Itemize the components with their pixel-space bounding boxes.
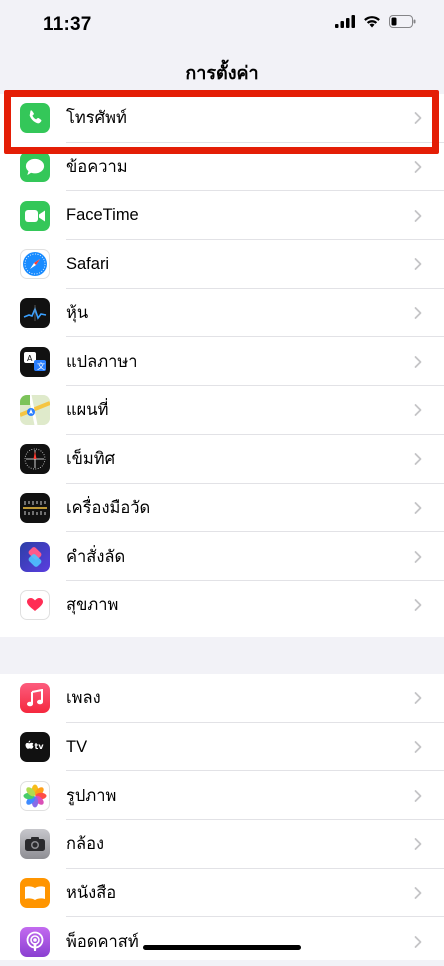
safari-icon [20,249,50,280]
settings-row-label: TV [66,737,88,756]
chevron-right-icon [414,112,422,125]
svg-text:文: 文 [37,361,45,371]
chevron-right-icon [414,355,422,368]
tv-icon: tv [20,732,50,763]
settings-row-label: ข้อความ [66,158,128,177]
health-icon [20,590,50,621]
wifi-icon [364,16,380,28]
settings-row-shortcuts[interactable]: คำสั่งลัด [0,532,444,581]
settings-row-label: รูปภาพ [66,786,117,805]
settings-row-label: แปลภาษา [66,352,138,371]
chevron-right-icon [414,209,422,222]
settings-row-label: โทรศัพท์ [66,109,127,128]
battery-icon [389,15,416,28]
settings-row-phone[interactable]: โทรศัพท์ [0,94,444,143]
shortcuts-icon [20,541,50,572]
home-indicator [143,945,301,950]
measure-icon [20,492,50,523]
chevron-right-icon [414,935,422,948]
settings-row-label: เข็มทิศ [66,450,116,469]
music-icon [20,683,50,714]
settings-row-maps[interactable]: แผนที่ [0,386,444,435]
chevron-right-icon [414,161,422,173]
stocks-icon [20,298,50,329]
chevron-right-icon [414,692,422,705]
chevron-right-icon [414,789,422,802]
chevron-right-icon [414,741,422,753]
settings-row-label: แผนที่ [66,401,109,420]
settings-row-tv[interactable]: tv TV [0,723,444,772]
chevron-right-icon [414,258,422,271]
compass-icon [20,444,50,475]
settings-row-label: พ็อดคาสท์ [66,932,139,951]
podcasts-icon [20,926,50,957]
cellular-signal-icon [335,15,355,28]
settings-row-music[interactable]: เพลง [0,674,444,723]
settings-row-translate[interactable]: A文 แปลภาษา [0,337,444,387]
chevron-right-icon [414,404,422,417]
settings-group-media: เพลง tv TV รูปภาพ กล้อง หนังสือ พ็อดคาสท… [0,674,444,960]
status-bar: 11:37 [0,0,444,52]
settings-row-label: เครื่องมือวัด [66,498,151,517]
settings-row-compass[interactable]: เข็มทิศ [0,435,444,484]
maps-icon [20,395,50,426]
translate-icon: A文 [20,346,50,377]
chevron-right-icon [414,501,422,514]
settings-row-label: กล้อง [66,835,105,854]
settings-row-facetime[interactable]: FaceTime [0,191,444,241]
chevron-right-icon [414,838,422,851]
settings-row-camera[interactable]: กล้อง [0,820,444,869]
page-title: การตั้งค่า [185,63,259,83]
settings-row-label: หุ้น [66,304,89,323]
settings-row-label: เพลง [66,689,101,708]
settings-row-label: Safari [66,254,110,273]
settings-row-podcasts[interactable]: พ็อดคาสท์ [0,917,444,966]
camera-icon [20,829,50,860]
settings-row-label: หนังสือ [66,884,117,903]
settings-row-photos[interactable]: รูปภาพ [0,771,444,821]
facetime-icon [20,200,50,231]
status-time: 11:37 [43,14,92,35]
chevron-right-icon [414,307,422,319]
svg-text:A: A [27,354,33,363]
status-icons [335,15,416,28]
settings-row-label: FaceTime [66,206,139,225]
chevron-right-icon [414,550,422,563]
photos-icon [20,780,50,811]
messages-icon [20,152,50,183]
chevron-right-icon [414,453,422,466]
settings-row-measure[interactable]: เครื่องมือวัด [0,484,444,533]
chevron-right-icon [414,887,422,899]
settings-row-health[interactable]: สุขภาพ [0,581,444,630]
settings-group-apps: โทรศัพท์ ข้อความ FaceTime Safari หุ้น A … [0,94,444,637]
phone-icon [20,103,50,134]
books-icon [20,878,50,909]
svg-text:tv: tv [35,742,45,751]
settings-row-label: คำสั่งลัด [66,547,126,566]
settings-row-messages[interactable]: ข้อความ [0,143,444,192]
settings-row-stocks[interactable]: หุ้น [0,289,444,338]
settings-row-safari[interactable]: Safari [0,240,444,289]
settings-row-label: สุขภาพ [66,596,119,615]
settings-row-books[interactable]: หนังสือ [0,869,444,918]
chevron-right-icon [414,599,422,612]
